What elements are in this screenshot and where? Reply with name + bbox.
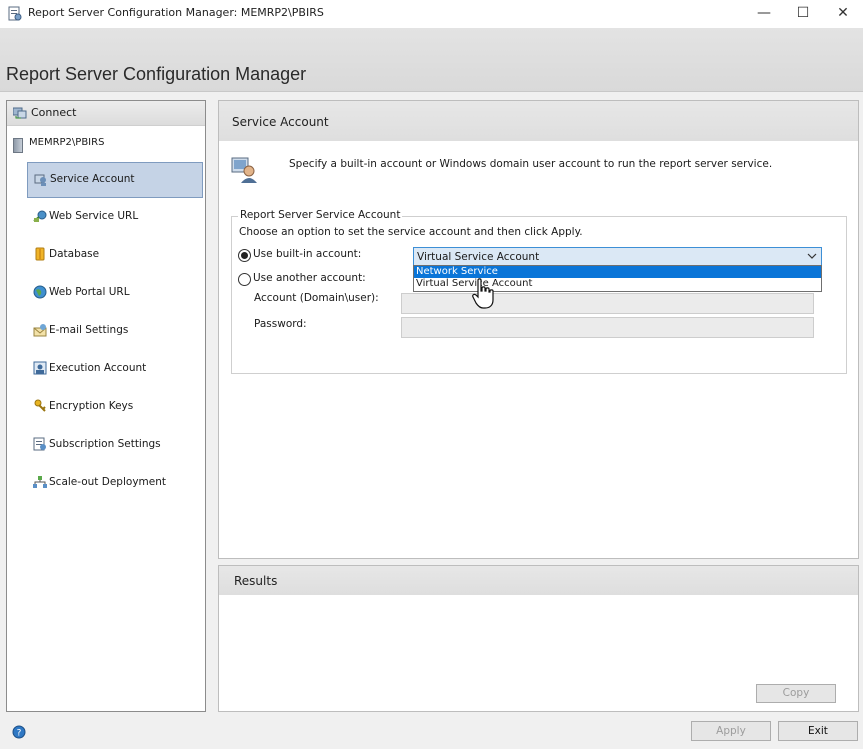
panel-description: Specify a built-in account or Windows do…: [289, 158, 773, 170]
another-account-label: Use another account:: [253, 272, 366, 284]
service-account-icon: [34, 174, 46, 186]
results-title: Results: [234, 574, 278, 588]
results-panel: Results Copy: [218, 565, 859, 712]
service-account-panel: Service Account Specify a built-in accou…: [218, 100, 859, 559]
results-header: Results: [219, 566, 858, 595]
sidebar-item-label: Web Portal URL: [49, 286, 130, 298]
sidebar-item-label: Database: [49, 248, 100, 260]
service-account-large-icon: [231, 157, 257, 183]
panel-header: Service Account: [219, 101, 858, 141]
chevron-down-icon: [807, 253, 817, 259]
scale-out-icon: [33, 476, 47, 488]
builtin-account-value: Virtual Service Account: [417, 251, 540, 263]
connect-button[interactable]: Connect: [7, 101, 205, 126]
sidebar-item-subscription-settings[interactable]: Subscription Settings: [27, 428, 203, 462]
sidebar-item-label: E-mail Settings: [49, 324, 129, 336]
svg-text:?: ?: [17, 729, 22, 739]
window-title: Report Server Configuration Manager: MEM…: [28, 6, 324, 19]
help-icon[interactable]: ?: [12, 725, 26, 739]
sidebar-item-encryption-keys[interactable]: Encryption Keys: [27, 390, 203, 424]
account-field[interactable]: [401, 293, 814, 314]
exit-button[interactable]: Exit: [778, 721, 858, 741]
sidebar-item-label: Execution Account: [49, 362, 147, 374]
copy-button[interactable]: Copy: [756, 684, 836, 703]
server-icon: [13, 138, 23, 153]
hand-cursor-icon: [472, 278, 494, 309]
password-field[interactable]: [401, 317, 814, 338]
sidebar-item-database[interactable]: Database: [27, 238, 203, 272]
database-icon: [35, 247, 45, 261]
sidebar-item-label: Encryption Keys: [49, 400, 134, 412]
email-icon: [33, 324, 47, 337]
app-header: Report Server Configuration Manager: [0, 28, 863, 92]
app-title: Report Server Configuration Manager: [6, 64, 307, 84]
group-legend: Report Server Service Account: [238, 209, 403, 221]
sidebar-item-label: Web Service URL: [49, 210, 139, 222]
sidebar-item-web-portal-url[interactable]: Web Portal URL: [27, 276, 203, 310]
group-hint: Choose an option to set the service acco…: [239, 226, 583, 238]
keys-icon: [34, 399, 46, 412]
builtin-account-radio[interactable]: [238, 249, 251, 262]
globe-icon: [33, 285, 47, 299]
web-service-url-icon: [33, 210, 47, 222]
account-field-label: Account (Domain\user):: [254, 292, 379, 304]
service-account-group: Report Server Service Account Choose an …: [231, 209, 847, 374]
subscription-icon: [33, 437, 46, 451]
sidebar-item-email-settings[interactable]: E-mail Settings: [27, 314, 203, 348]
sidebar-item-service-account[interactable]: Service Account: [27, 162, 203, 198]
panel-title: Service Account: [232, 115, 329, 129]
maximize-button[interactable]: ☐: [783, 0, 823, 28]
apply-button[interactable]: Apply: [691, 721, 771, 741]
close-button[interactable]: ✕: [823, 0, 863, 28]
sidebar-item-label: Service Account: [50, 173, 135, 185]
sidebar-item-web-service-url[interactable]: Web Service URL: [27, 200, 203, 234]
minimize-button[interactable]: —: [744, 0, 784, 28]
app-icon: [8, 6, 22, 21]
password-field-label: Password:: [254, 318, 307, 330]
dropdown-option-network-service[interactable]: Network Service: [414, 266, 821, 278]
sidebar-item-scale-out-deployment[interactable]: Scale-out Deployment: [27, 466, 203, 500]
builtin-account-select[interactable]: Virtual Service Account: [413, 247, 822, 267]
builtin-account-label: Use built-in account:: [253, 248, 362, 260]
execution-account-icon: [33, 361, 47, 375]
sidebar-item-label: Scale-out Deployment: [49, 476, 166, 488]
sidebar-item-execution-account[interactable]: Execution Account: [27, 352, 203, 386]
another-account-radio[interactable]: [238, 273, 251, 286]
connect-label: Connect: [31, 106, 77, 119]
server-name: MEMRP2\PBIRS: [29, 137, 105, 148]
connect-icon: [13, 107, 27, 119]
title-bar: Report Server Configuration Manager: MEM…: [0, 0, 863, 28]
sidebar-item-label: Subscription Settings: [49, 438, 161, 450]
sidebar: Connect MEMRP2\PBIRS Service Account Web…: [6, 100, 206, 712]
